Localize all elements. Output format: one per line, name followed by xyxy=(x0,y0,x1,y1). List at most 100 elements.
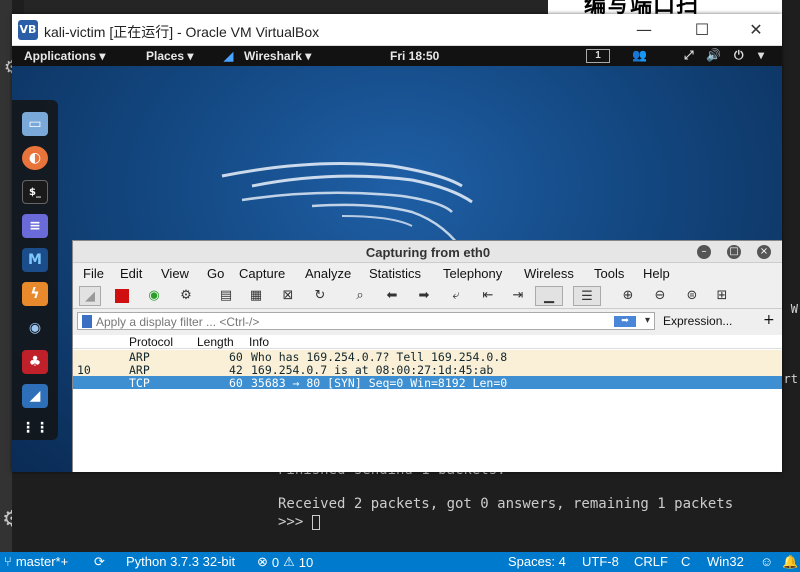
close-button[interactable]: ✕ xyxy=(744,18,768,42)
vbox-titlebar[interactable]: VB kali-victim [正在运行] - Oracle VM Virtua… xyxy=(12,14,782,46)
wireshark-menubar: File Edit View Go Capture Analyze Statis… xyxy=(73,263,782,283)
zoom-reset-icon[interactable]: ⊜ xyxy=(681,286,703,306)
platform[interactable]: Win32 xyxy=(707,554,744,569)
go-to-packet-icon[interactable]: ⤶ xyxy=(445,286,467,306)
last-packet-icon[interactable]: ⇥ xyxy=(507,286,529,306)
chevron-down-icon[interactable]: ▾ xyxy=(758,48,764,62)
metasploit-icon[interactable]: M xyxy=(22,248,48,272)
wireshark-titlebar[interactable]: Capturing from eth0 – □ × xyxy=(73,241,782,263)
menu-file[interactable]: File xyxy=(83,266,104,281)
packet-row[interactable]: 10 ARP 42 169.254.0.7 is at 08:00:27:1d:… xyxy=(73,363,782,377)
menu-go[interactable]: Go xyxy=(207,266,224,281)
terminal-prompt[interactable]: >>> xyxy=(278,514,320,530)
wireshark-app-menu[interactable]: Wireshark ▾ xyxy=(244,49,311,63)
packet-info: 169.254.0.7 is at 08:00:27:1d:45:ab xyxy=(251,363,494,377)
open-file-icon[interactable]: ▤ xyxy=(215,286,237,306)
menu-tools[interactable]: Tools xyxy=(594,266,624,281)
first-packet-icon[interactable]: ⇤ xyxy=(477,286,499,306)
menu-statistics[interactable]: Statistics xyxy=(369,266,421,281)
volume-icon[interactable]: 🔊 xyxy=(706,48,721,62)
ws-minimize-button[interactable]: – xyxy=(697,245,711,259)
text-editor-icon[interactable]: ≡ xyxy=(22,214,48,238)
zoom-in-icon[interactable]: ⊕ xyxy=(617,286,639,306)
burpsuite-icon[interactable]: ϟ xyxy=(22,282,48,306)
zoom-out-icon[interactable]: ⊖ xyxy=(649,286,671,306)
capture-options-icon[interactable]: ⚙ xyxy=(175,286,197,306)
show-applications-icon[interactable]: ⋮⋮ xyxy=(21,416,49,440)
applications-menu[interactable]: Applications ▾ xyxy=(24,49,105,63)
menu-help[interactable]: Help xyxy=(643,266,670,281)
vscode-tab-strip xyxy=(24,0,548,14)
ws-close-button[interactable]: × xyxy=(757,245,771,259)
virtualbox-window: VB kali-victim [正在运行] - Oracle VM Virtua… xyxy=(12,14,782,472)
ws-maximize-button[interactable]: □ xyxy=(727,245,741,259)
indentation[interactable]: Spaces: 4 xyxy=(508,554,566,569)
language-mode[interactable]: C xyxy=(681,554,690,569)
eye-icon[interactable]: ◉ xyxy=(22,316,48,340)
editor-text-fragment: W xyxy=(790,302,798,316)
restart-capture-icon[interactable]: ◉ xyxy=(143,286,165,306)
vscode-activity-bar xyxy=(0,0,12,552)
git-branch[interactable]: ⑂ master*+ xyxy=(4,554,68,569)
go-forward-icon[interactable]: ➡ xyxy=(413,286,435,306)
find-packet-icon[interactable]: ⌕ xyxy=(349,286,371,306)
kali-desktop: ▭ ◐ $_ ≡ M ϟ ◉ ♣ ◢ ⋮⋮ Capturing from eth… xyxy=(12,66,782,472)
add-filter-button[interactable]: + xyxy=(763,312,775,328)
packet-info: Who has 169.254.0.7? Tell 169.254.0.8 xyxy=(251,350,508,364)
menu-capture[interactable]: Capture xyxy=(239,266,285,281)
resize-columns-icon[interactable]: ⊞ xyxy=(711,286,733,306)
packet-list: Protocol Length Info ARP 60 Who has 169.… xyxy=(73,335,782,472)
vscode-markdown-preview: 编写端口扫 xyxy=(548,0,800,18)
python-interpreter[interactable]: Python 3.7.3 32-bit xyxy=(126,554,235,569)
menu-view[interactable]: View xyxy=(161,266,189,281)
kali-top-panel: Applications ▾ Places ▾ ◢ Wireshark ▾ Fr… xyxy=(12,46,782,66)
line-ending[interactable]: CRLF xyxy=(634,554,668,569)
cherrytree-icon[interactable]: ♣ xyxy=(22,350,48,374)
bookmark-icon[interactable] xyxy=(82,315,92,328)
wireshark-app-icon: ◢ xyxy=(224,49,234,63)
colorize-icon[interactable]: ☰ xyxy=(573,286,601,306)
sync-icon[interactable]: ⟳ xyxy=(94,554,105,570)
menu-edit[interactable]: Edit xyxy=(120,266,142,281)
firefox-icon[interactable]: ◐ xyxy=(22,146,48,170)
terminal-panel[interactable]: Finished sending 1 packets. Received 2 p… xyxy=(12,462,782,552)
power-icon[interactable]: ⏻ xyxy=(734,48,744,63)
menu-telephony[interactable]: Telephony xyxy=(443,266,502,281)
feedback-icon[interactable]: ☺ xyxy=(760,554,773,569)
users-icon[interactable]: 👥 xyxy=(632,48,647,62)
packet-row[interactable]: ARP 60 Who has 169.254.0.7? Tell 169.254… xyxy=(73,350,782,364)
expression-button[interactable]: Expression... xyxy=(663,314,732,328)
packet-row-selected[interactable]: TCP 60 35683 → 80 [SYN] Seq=0 Win=8192 L… xyxy=(73,376,782,390)
apply-filter-arrow-icon[interactable]: ➡ xyxy=(614,316,636,327)
go-back-icon[interactable]: ⬅ xyxy=(381,286,403,306)
display-filter-input[interactable]: Apply a display filter ... <Ctrl-/> ➡ ▾ xyxy=(77,312,655,330)
minimize-button[interactable]: — xyxy=(632,18,656,42)
column-length[interactable]: Length xyxy=(197,335,234,349)
encoding[interactable]: UTF-8 xyxy=(582,554,619,569)
notifications-icon[interactable]: 🔔 xyxy=(782,554,798,570)
files-icon[interactable]: ▭ xyxy=(22,112,48,136)
save-file-icon[interactable]: ▦ xyxy=(245,286,267,306)
reload-icon[interactable]: ↻ xyxy=(309,286,331,306)
filter-placeholder: Apply a display filter ... <Ctrl-/> xyxy=(96,315,260,329)
column-info[interactable]: Info xyxy=(249,335,269,349)
terminal-icon[interactable]: $_ xyxy=(22,180,48,204)
maximize-button[interactable]: ☐ xyxy=(690,18,714,42)
close-file-icon[interactable]: ⊠ xyxy=(277,286,299,306)
wireshark-icon[interactable]: ◢ xyxy=(22,384,48,408)
network-icon[interactable]: ⤢ xyxy=(684,48,694,63)
start-capture-icon[interactable]: ◢ xyxy=(79,286,101,306)
autoscroll-icon[interactable]: ▁ xyxy=(535,286,563,306)
menu-analyze[interactable]: Analyze xyxy=(305,266,351,281)
workspace-indicator[interactable]: 1 xyxy=(586,49,610,63)
problems-indicator[interactable]: ⊗ 0 ⚠ 10 xyxy=(257,554,313,570)
packet-protocol: ARP xyxy=(129,350,150,364)
wireshark-toolbar: ◢ ◉ ⚙ ▤ ▦ ⊠ ↻ ⌕ ⬅ ➡ ⤶ ⇤ ⇥ ▁ ☰ ⊕ ⊖ ⊜ ⊞ xyxy=(73,283,782,309)
branch-label: master*+ xyxy=(15,554,69,569)
chevron-down-icon[interactable]: ▾ xyxy=(645,315,650,326)
menu-wireless[interactable]: Wireless xyxy=(524,266,574,281)
stop-capture-icon[interactable] xyxy=(111,286,133,306)
places-menu[interactable]: Places ▾ xyxy=(146,49,193,63)
column-protocol[interactable]: Protocol xyxy=(129,335,173,349)
clock[interactable]: Fri 18:50 xyxy=(390,49,439,63)
